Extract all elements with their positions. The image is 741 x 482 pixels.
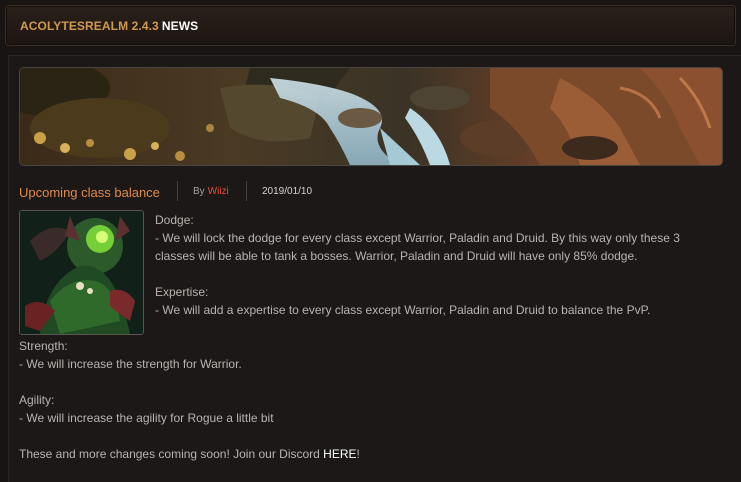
dodge-line-1: - We will lock the dodge for every class… xyxy=(155,231,680,245)
header-title: ACOLYTESREALM 2.4.3 NEWS xyxy=(20,19,198,33)
dodge-heading: Dodge: xyxy=(155,213,194,227)
agility-heading: Agility: xyxy=(19,393,55,407)
strength-heading: Strength: xyxy=(19,339,68,353)
post-author-line: By Wiizi xyxy=(193,186,229,197)
demon-portrait-image xyxy=(20,211,143,334)
agility-line-1: - We will increase the agility for Rogue… xyxy=(19,411,274,425)
header-title-accent: NEWS xyxy=(161,19,199,33)
discord-link[interactable]: HERE xyxy=(323,447,356,461)
expertise-heading: Expertise: xyxy=(155,285,209,299)
post-date: 2019/01/10 xyxy=(262,186,313,197)
dodge-line-2: classes will be able to tank a bosses. W… xyxy=(155,249,638,263)
post-avatar-image xyxy=(19,210,144,335)
meta-separator xyxy=(177,181,178,201)
waterfall-landscape-image xyxy=(20,68,722,165)
news-header-bar: ACOLYTESREALM 2.4.3 NEWS xyxy=(5,5,736,46)
post-title[interactable]: Upcoming class balance xyxy=(19,185,160,200)
closing-end: ! xyxy=(356,447,360,461)
post-author[interactable]: Wiizi xyxy=(208,186,229,197)
header-title-main: ACOLYTESREALM 2.4.3 xyxy=(20,19,159,33)
meta-separator xyxy=(246,181,247,201)
closing-text: These and more changes coming soon! Join… xyxy=(19,447,324,461)
expertise-line-1: - We will add a expertise to every class… xyxy=(155,303,651,317)
strength-line-1: - We will increase the strength for Warr… xyxy=(19,357,242,371)
news-banner-image xyxy=(19,67,723,166)
by-label: By xyxy=(193,186,205,197)
news-page: ACOLYTESREALM 2.4.3 NEWS Upcoming class … xyxy=(0,0,741,482)
closing-paragraph: These and more changes coming soon! Join… xyxy=(19,445,360,463)
